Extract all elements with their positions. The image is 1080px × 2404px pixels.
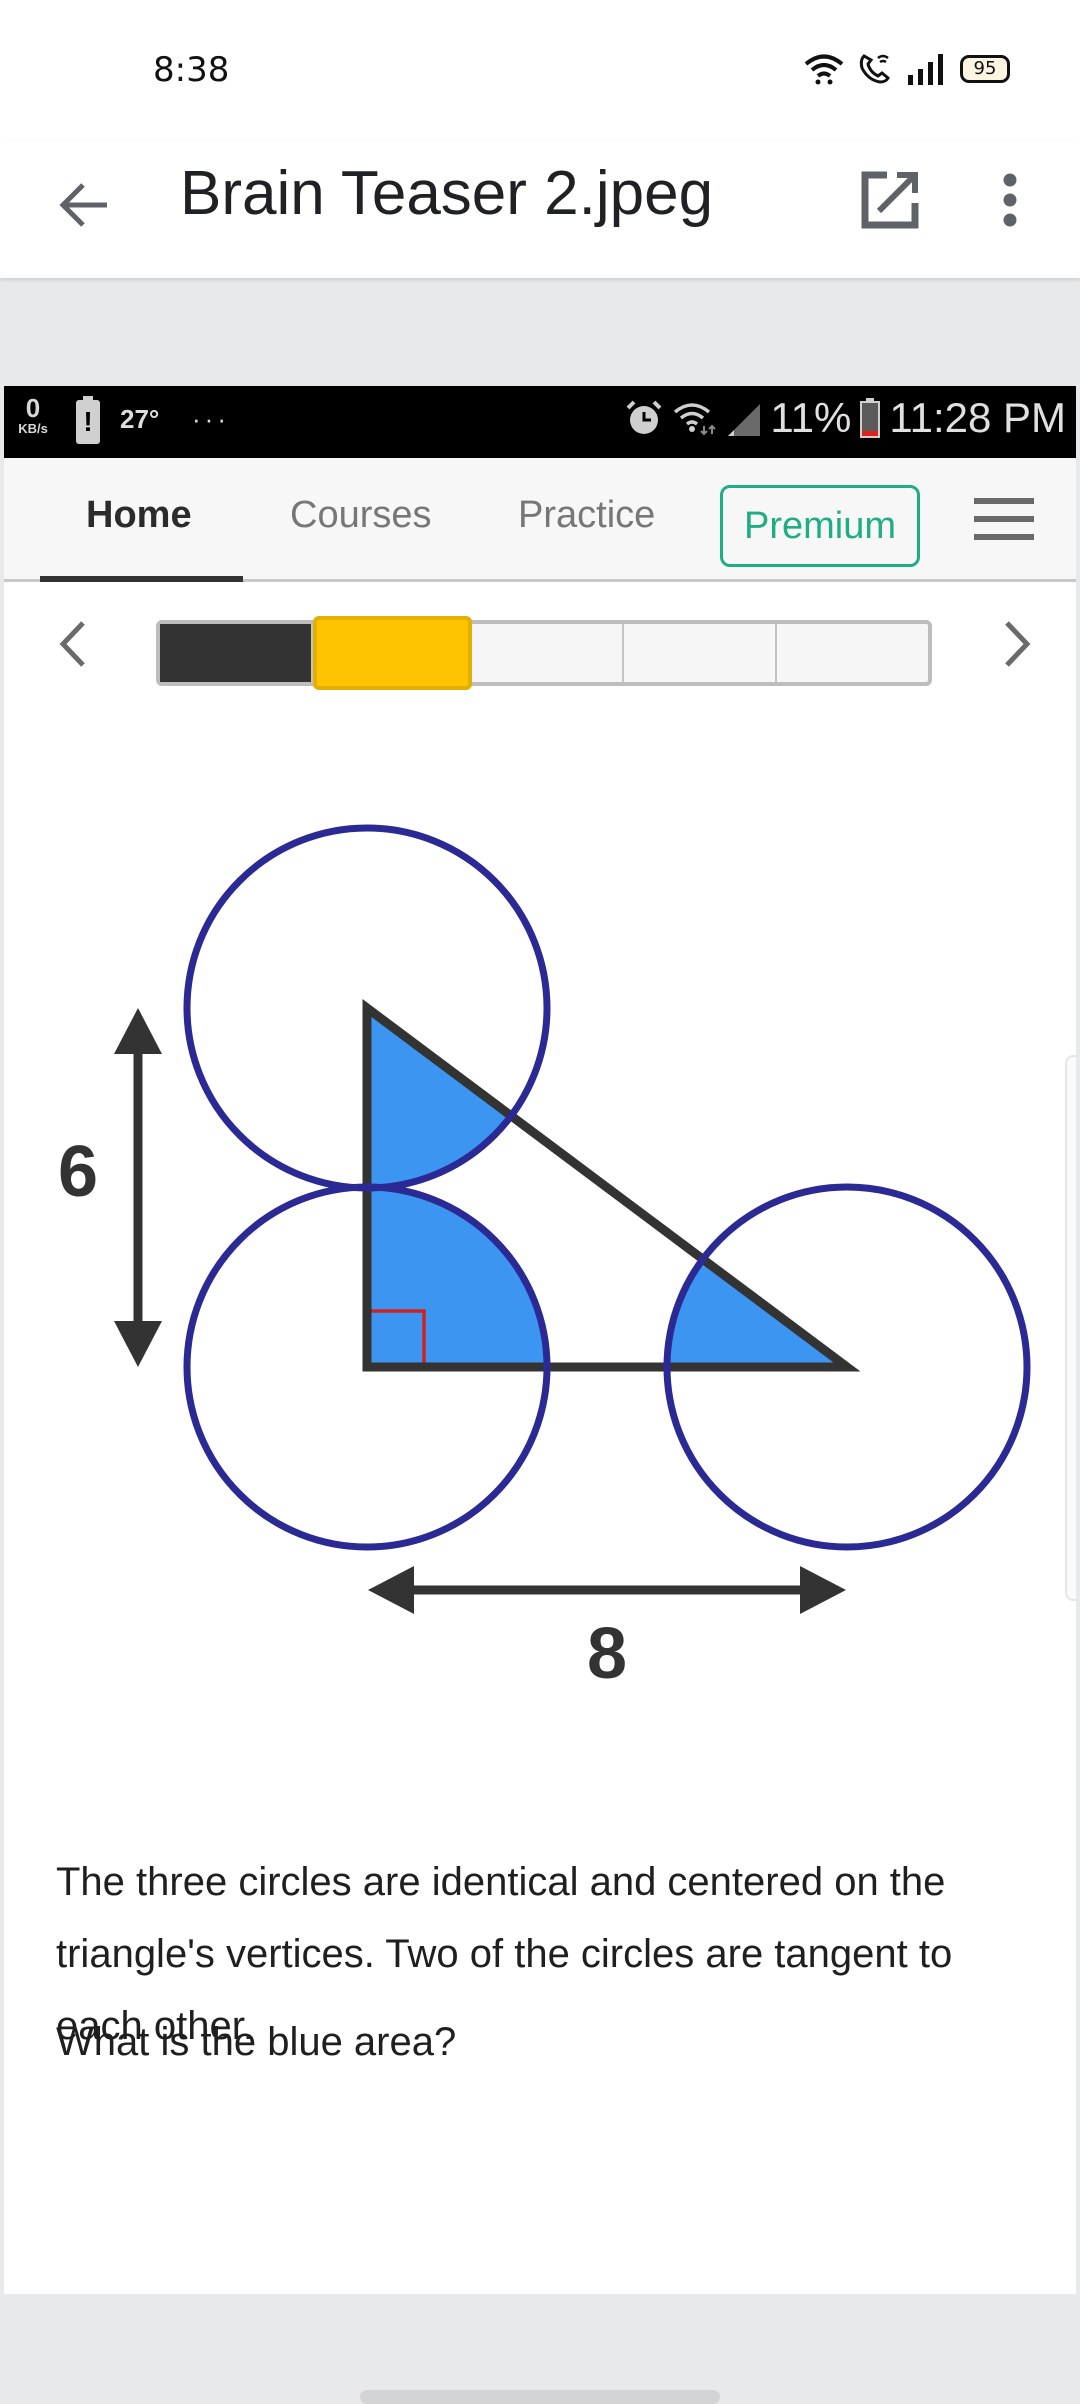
more-notifications-icon: ··· xyxy=(192,404,230,434)
progress-step-current[interactable] xyxy=(312,616,472,690)
progress-step-upcoming[interactable] xyxy=(777,624,928,682)
device-status-bar: 8:38 95 xyxy=(0,0,1080,140)
base-arrow-head-left xyxy=(368,1566,414,1614)
height-label: 6 xyxy=(58,1132,98,1212)
embedded-status-bar: 0 KB/s ! 27° ··· 11% 11:28 PM xyxy=(4,386,1076,458)
shaded-sector-top xyxy=(367,1008,547,1188)
status-time: 8:38 xyxy=(153,50,230,90)
hamburger-icon[interactable] xyxy=(974,498,1034,542)
base-label: 8 xyxy=(587,1614,627,1694)
image-viewer: 0 KB/s ! 27° ··· 11% 11:28 PM Home Cours… xyxy=(4,386,1076,2294)
chevron-left-icon xyxy=(59,621,85,667)
site-nav: Home Courses Practice Premium xyxy=(4,458,1076,582)
next-problem-button[interactable] xyxy=(988,604,1048,684)
alarm-icon xyxy=(626,400,662,434)
wifi-icon xyxy=(804,54,844,85)
shaded-sector-right xyxy=(667,1187,847,1367)
tab-home[interactable]: Home xyxy=(86,494,192,537)
scroll-handle[interactable] xyxy=(1065,1055,1076,1601)
height-arrow-head-up xyxy=(114,1008,162,1054)
tab-practice[interactable]: Practice xyxy=(518,494,655,537)
progress-step-completed[interactable] xyxy=(160,624,313,682)
status-icons: 95 xyxy=(804,52,1010,86)
arrow-left-icon xyxy=(59,183,107,227)
open-in-new-button[interactable] xyxy=(855,165,925,235)
shaded-sector-right-angle xyxy=(367,1187,547,1367)
triangle xyxy=(362,999,861,1372)
more-vert-icon xyxy=(1003,173,1017,227)
signal-icon xyxy=(908,54,943,85)
battery-percent: 11% xyxy=(770,394,852,441)
tab-courses[interactable]: Courses xyxy=(290,494,432,537)
premium-button[interactable]: Premium xyxy=(720,485,920,567)
temperature: 27° xyxy=(120,404,160,434)
previous-problem-button[interactable] xyxy=(42,604,102,684)
home-indicator[interactable] xyxy=(360,2390,720,2404)
wifi-calling-icon xyxy=(859,54,890,84)
battery-icon: 95 xyxy=(960,55,1010,83)
circle-bottom-left xyxy=(183,1183,551,1551)
network-speed: 0 KB/s xyxy=(18,393,48,436)
progress-step-upcoming[interactable] xyxy=(472,624,625,682)
open-in-new-icon xyxy=(861,171,919,229)
problem-progress xyxy=(4,582,1076,712)
app-bar: Brain Teaser 2.jpeg xyxy=(0,140,1080,278)
battery-low-icon xyxy=(860,398,881,438)
wifi-icon xyxy=(674,403,717,436)
circle-bottom-right xyxy=(663,1183,1031,1551)
height-arrow-head-down xyxy=(114,1321,162,1367)
more-options-button[interactable] xyxy=(985,165,1035,235)
progress-step-upcoming[interactable] xyxy=(624,624,778,682)
circle-top xyxy=(183,824,551,1192)
back-button[interactable] xyxy=(50,170,120,240)
embedded-status-right: 11% 11:28 PM xyxy=(624,394,1066,442)
progress-track xyxy=(156,616,932,690)
file-title: Brain Teaser 2.jpeg xyxy=(180,159,714,228)
problem-question: What is the blue area? xyxy=(56,2020,457,2064)
chevron-right-icon xyxy=(1005,621,1031,667)
clock: 11:28 PM xyxy=(889,394,1066,441)
right-angle-marker xyxy=(367,1309,426,1367)
battery-alert-icon: ! xyxy=(76,396,100,444)
cell-signal-icon xyxy=(728,404,761,436)
base-arrow-head-right xyxy=(800,1566,846,1614)
